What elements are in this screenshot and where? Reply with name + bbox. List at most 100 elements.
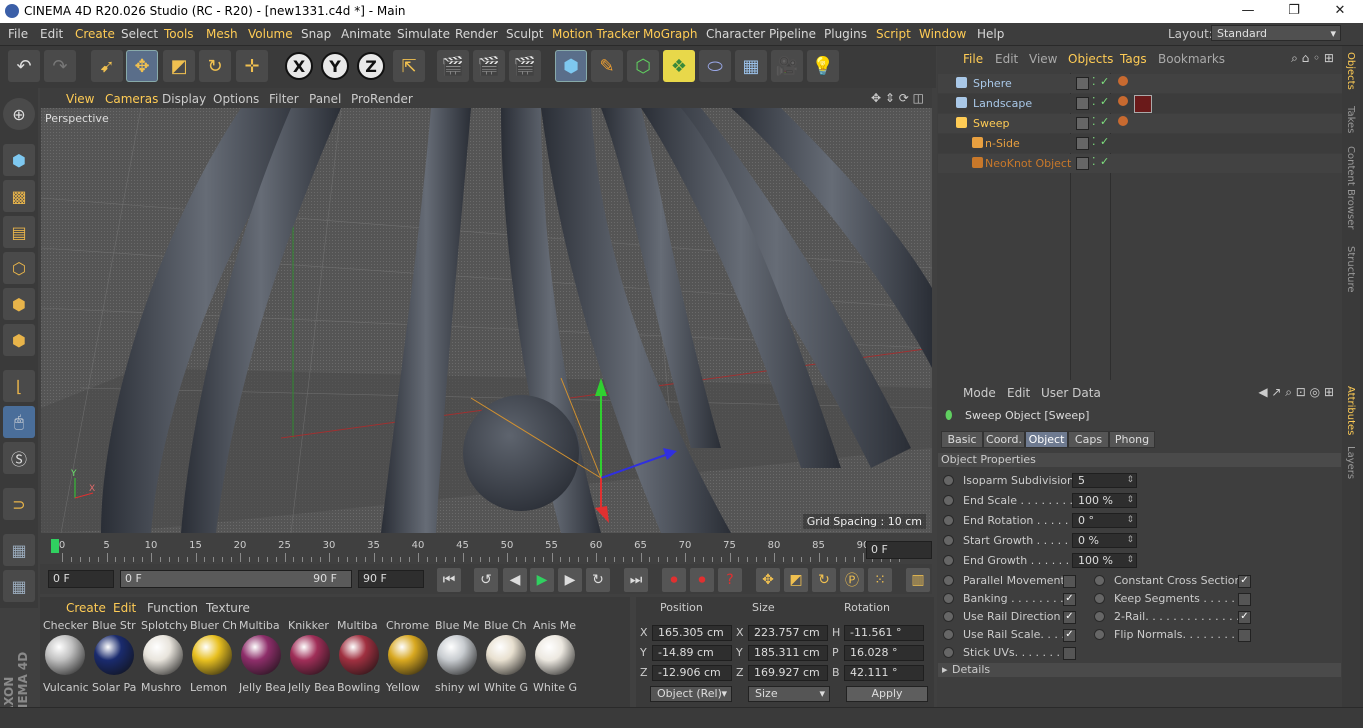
object-name[interactable]: n-Side [985,137,1020,150]
next-key-icon[interactable]: ↻ [586,568,610,592]
material-swatch[interactable]: Anis Me White G [532,619,579,699]
side-tab-content-browser[interactable]: Content Browser [1345,146,1356,229]
stepper-icon[interactable]: ⇕ [1126,554,1134,567]
coordinate-system-icon[interactable]: ⇱ [393,50,425,82]
previous-key-icon[interactable]: ↺ [474,568,498,592]
points-mode-icon[interactable]: ⬡ [3,252,35,284]
option-checkbox[interactable] [1063,575,1076,588]
animate-radio[interactable] [943,647,954,658]
menu-simulate[interactable]: Simulate [397,27,450,41]
field-value[interactable]: 100 % ⇕ [1072,493,1137,508]
layer-cell[interactable] [1076,77,1089,90]
coordinate-mode-select[interactable]: Object (Rel) ▾ [650,686,732,702]
field-value[interactable]: 0 ° ⇕ [1072,513,1137,528]
menu-render[interactable]: Render [455,27,498,41]
material-swatch[interactable]: Multiba Bowling [336,619,383,699]
object-name[interactable]: Landscape [973,97,1032,110]
snap-icon[interactable]: Ⓢ [3,442,35,474]
object-name[interactable]: Sphere [973,77,1012,90]
menu-mesh[interactable]: Mesh [206,27,238,41]
texture-mode-icon[interactable]: ▩ [3,180,35,212]
field-value[interactable]: 0 % ⇕ [1072,533,1137,548]
option-checkbox[interactable] [1238,629,1251,642]
phong-tag-icon[interactable] [1118,116,1128,126]
material-swatch[interactable]: Blue Str Solar Pa [91,619,138,699]
menu-script[interactable]: Script [876,27,911,41]
locked-workplane-icon[interactable]: ▦ [3,534,35,566]
animate-radio[interactable] [1094,611,1105,622]
enabled-check-icon[interactable]: ✓ [1100,155,1109,168]
material-swatch[interactable]: Blue Me shiny wl [434,619,481,699]
menu-sculpt[interactable]: Sculpt [506,27,543,41]
menu-create[interactable]: Create [75,27,115,41]
object-name[interactable]: Sweep [973,117,1010,130]
object-row[interactable]: NeoKnot Object ⁚ ✓ [938,154,1342,173]
enabled-check-icon[interactable]: ✓ [1100,135,1109,148]
menu-tools[interactable]: Tools [164,27,194,41]
deformer-icon[interactable]: ⬭ [699,50,731,82]
key-scale-icon[interactable]: ◩ [784,568,808,592]
size-field[interactable]: 169.927 cm [748,665,828,681]
menu-select[interactable]: Select [121,27,158,41]
rotate-tool-icon[interactable]: ↻ [199,50,231,82]
model-mode-icon[interactable]: ⬢ [3,144,35,176]
object-row[interactable]: Sweep ⁚ ✓ [938,114,1342,133]
render-view-icon[interactable]: 🎬 [437,50,469,82]
tab-object[interactable]: Object [1025,431,1068,448]
redo-icon[interactable]: ↷ [44,50,76,82]
make-editable-icon[interactable]: ⊕ [3,98,35,130]
visibility-dots-icon[interactable]: ⁚ [1092,155,1096,168]
timeline-ruler[interactable]: 0 5 10 15 20 25 30 35 40 45 50 55 60 65 70 75 80 85 90 0 F [40,533,932,563]
field-value[interactable]: 5 ⇕ [1072,473,1137,488]
material-swatch[interactable]: Bluer Ch Lemon [189,619,236,699]
menu-motion-tracker[interactable]: Motion Tracker [552,27,640,41]
object-name[interactable]: NeoKnot Object [985,157,1071,170]
menu-animate[interactable]: Animate [341,27,391,41]
animate-radio[interactable] [943,495,954,506]
render-picture-viewer-icon[interactable]: 🎬 [473,50,505,82]
object-row[interactable]: Sphere ⁚ ✓ [938,74,1342,93]
animate-radio[interactable] [943,593,954,604]
end-frame-field[interactable]: 90 F [358,570,424,588]
close-button[interactable]: ✕ [1317,0,1363,23]
viewport-menu-cameras[interactable]: Cameras [105,92,158,106]
workplane-mode-icon[interactable]: ▤ [3,216,35,248]
next-frame-icon[interactable]: ▶ [558,568,582,592]
phong-tag-icon[interactable] [1118,96,1128,106]
z-axis-lock-button[interactable]: Z [357,52,385,80]
option-checkbox[interactable] [1238,593,1251,606]
perspective-viewport[interactable]: Y X Perspective Grid Spacing : 10 cm [41,108,932,533]
viewport-menu-options[interactable]: Options [213,92,259,106]
side-tab-attributes[interactable]: Attributes [1345,386,1356,435]
timeline-window-icon[interactable]: ▥ [906,568,930,592]
object-row[interactable]: n-Side ⁚ ✓ [938,134,1342,153]
keyframe-selection-icon[interactable]: ? [718,568,742,592]
x-axis-lock-button[interactable]: X [285,52,313,80]
render-settings-icon[interactable]: 🎬 [509,50,541,82]
light-icon[interactable]: 💡 [807,50,839,82]
stepper-icon[interactable]: ⇕ [1126,474,1134,487]
current-frame-field[interactable]: 0 F [866,541,932,559]
object-menu-edit[interactable]: Edit [995,52,1018,66]
playhead[interactable] [51,539,59,553]
field-value[interactable]: 100 % ⇕ [1072,553,1137,568]
viewport-nav-icons[interactable]: ✥ ⇕ ⟳ ◫ [871,91,924,105]
object-manager-search-icon[interactable]: ⌕ ⌂ ◦ ⊞ [1291,51,1334,66]
rotation-field[interactable]: 16.028 ° [844,645,924,661]
tab-caps[interactable]: Caps [1068,431,1109,448]
visibility-dots-icon[interactable]: ⁚ [1092,95,1096,108]
object-menu-objects[interactable]: Objects [1068,52,1113,66]
attribute-menu-edit[interactable]: Edit [1007,386,1030,400]
undo-icon[interactable]: ↶ [8,50,40,82]
enabled-check-icon[interactable]: ✓ [1100,95,1109,108]
stepper-icon[interactable]: ⇕ [1126,514,1134,527]
material-swatch[interactable]: Chrome Yellow [385,619,432,699]
previous-frame-icon[interactable]: ◀ [503,568,527,592]
viewport-menu-view[interactable]: View [66,92,94,106]
tweak-mode-icon[interactable]: 🖱 [3,406,35,438]
object-menu-file[interactable]: File [963,52,983,66]
menu-help[interactable]: Help [977,27,1004,41]
visibility-dots-icon[interactable]: ⁚ [1092,75,1096,88]
layout-select[interactable]: Standard ▾ [1211,25,1341,41]
object-menu-tags[interactable]: Tags [1120,52,1147,66]
